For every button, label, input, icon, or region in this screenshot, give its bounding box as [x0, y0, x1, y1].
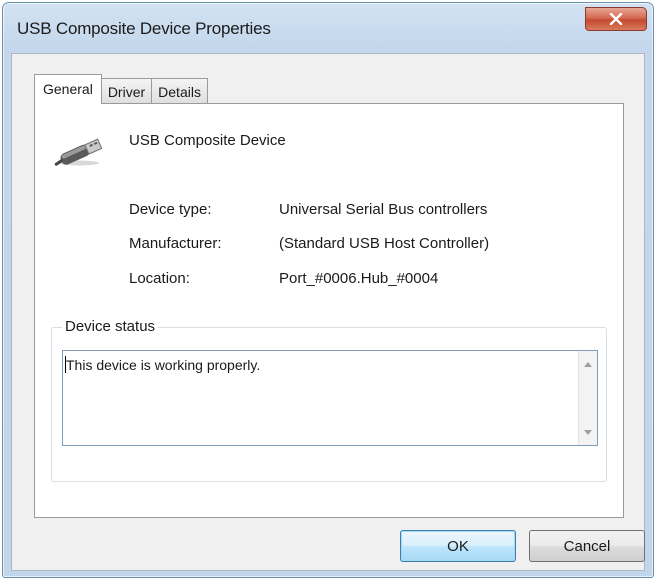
cancel-button[interactable]: Cancel — [529, 530, 645, 562]
title-bar[interactable]: USB Composite Device Properties — [3, 3, 653, 47]
device-status-textbox[interactable]: This device is working properly. — [62, 350, 598, 446]
tab-driver[interactable]: Driver — [100, 78, 153, 104]
tab-details[interactable]: Details — [151, 78, 208, 104]
scroll-up-button[interactable] — [579, 355, 597, 373]
device-status-label: Device status — [62, 318, 159, 335]
dialog-client-area: General Driver Details USB Composite Dev… — [11, 53, 645, 571]
manufacturer-value: (Standard USB Host Controller) — [279, 235, 490, 252]
location-value: Port_#0006.Hub_#0004 — [279, 270, 439, 287]
manufacturer-label: Manufacturer: — [129, 235, 222, 252]
ok-button[interactable]: OK — [400, 530, 516, 562]
tab-general[interactable]: General — [34, 74, 102, 104]
device-type-label: Device type: — [129, 201, 212, 218]
window-title: USB Composite Device Properties — [17, 19, 271, 38]
general-tab-panel: USB Composite Device Device type: Univer… — [34, 103, 624, 518]
scroll-up-icon — [584, 361, 592, 367]
tab-strip: General Driver Details — [34, 74, 208, 104]
status-scrollbar[interactable] — [578, 351, 597, 445]
device-status-text: This device is working properly. — [66, 357, 261, 373]
location-label: Location: — [129, 270, 190, 287]
device-status-group: Device status This device is working pro… — [51, 318, 607, 482]
close-button[interactable] — [585, 7, 647, 31]
close-icon — [609, 13, 623, 25]
properties-dialog: USB Composite Device Properties General … — [2, 2, 654, 578]
device-type-value: Universal Serial Bus controllers — [279, 201, 488, 218]
scroll-down-icon — [584, 429, 592, 435]
scroll-down-button[interactable] — [579, 423, 597, 441]
usb-plug-icon — [53, 134, 109, 172]
device-name: USB Composite Device — [129, 132, 286, 149]
